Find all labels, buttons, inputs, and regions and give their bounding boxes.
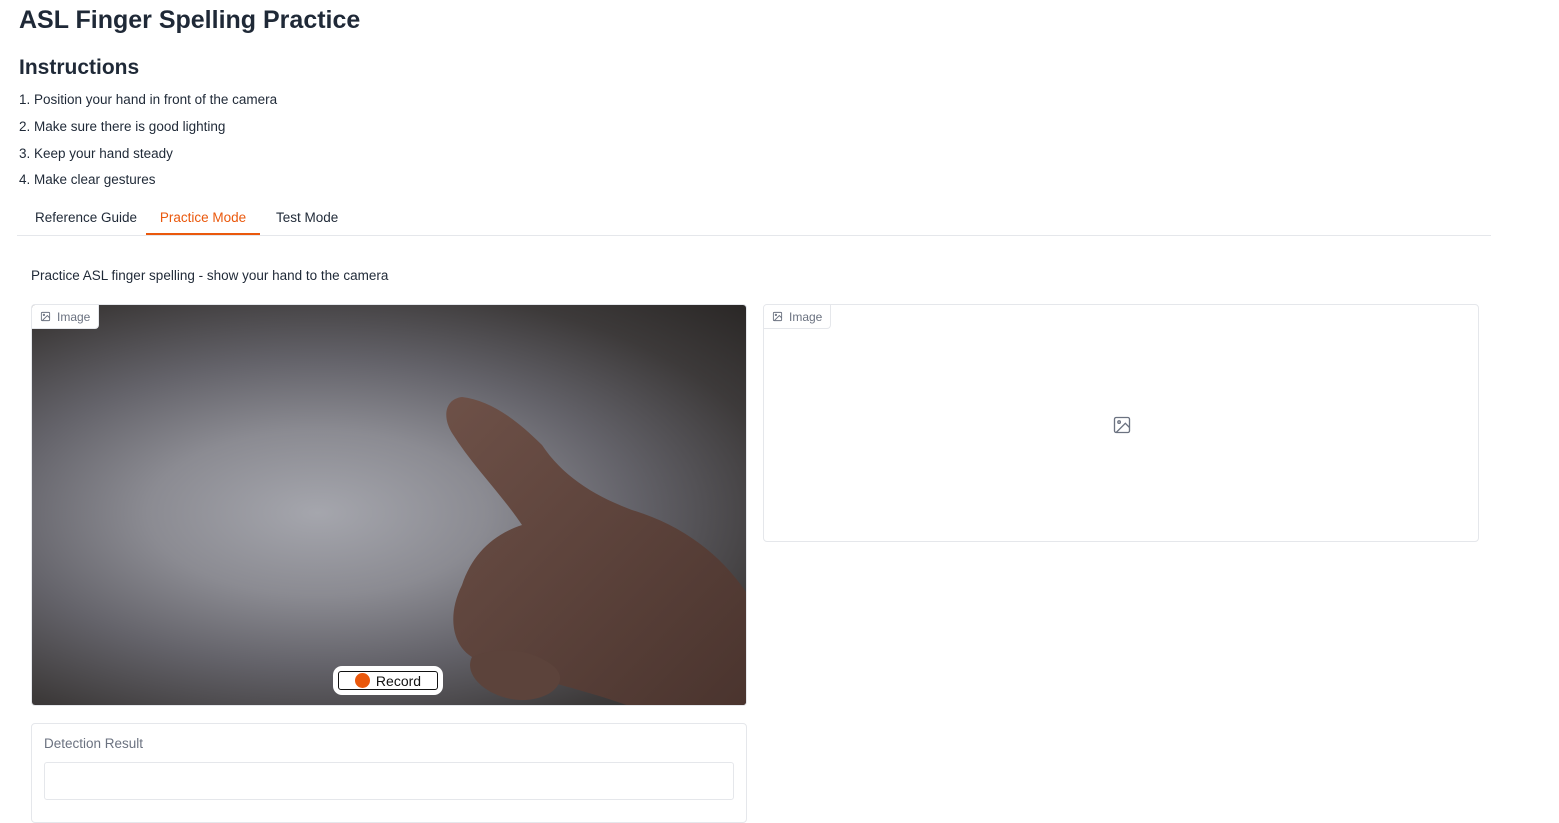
image-label: Image xyxy=(32,305,100,329)
image-icon xyxy=(40,311,51,322)
webcam-image-input[interactable]: Image Record xyxy=(31,304,747,706)
detection-result-field[interactable] xyxy=(44,762,734,800)
image-icon xyxy=(772,311,783,322)
page-title: ASL Finger Spelling Practice xyxy=(19,6,361,34)
detection-result: Detection Result xyxy=(31,723,747,823)
output-image: Image xyxy=(763,304,1479,542)
instruction-item: 3. Keep your hand steady xyxy=(19,146,173,161)
instructions-heading: Instructions xyxy=(19,56,140,79)
tab-bar: Reference Guide Practice Mode Test Mode xyxy=(17,204,1491,236)
instruction-item: 1. Position your hand in front of the ca… xyxy=(19,92,278,107)
instruction-item: 2. Make sure there is good lighting xyxy=(19,119,226,134)
tab-test-mode[interactable]: Test Mode xyxy=(276,204,338,234)
image-label: Image xyxy=(764,305,832,329)
instruction-item: 4. Make clear gestures xyxy=(19,172,156,187)
record-dot-icon xyxy=(354,673,370,688)
image-placeholder-icon xyxy=(1113,416,1131,434)
detection-result-label: Detection Result xyxy=(44,736,144,751)
record-button[interactable]: Record xyxy=(333,666,443,695)
tab-reference-guide[interactable]: Reference Guide xyxy=(35,204,137,234)
practice-description: Practice ASL finger spelling - show your… xyxy=(31,268,389,283)
hand-photo xyxy=(446,397,746,705)
tab-practice-mode[interactable]: Practice Mode xyxy=(146,204,260,235)
